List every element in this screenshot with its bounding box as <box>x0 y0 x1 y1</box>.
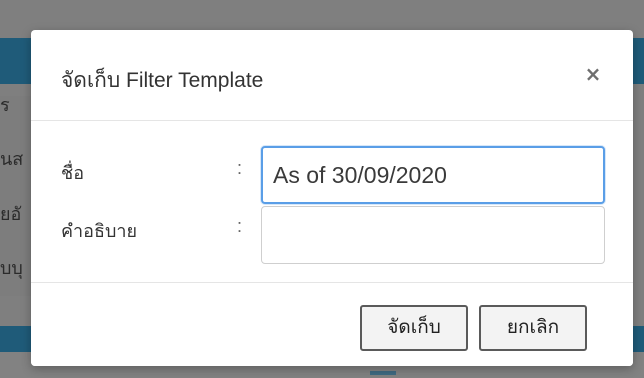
page-bottom-marker <box>370 371 396 375</box>
close-icon[interactable]: × <box>583 64 603 84</box>
description-row: คำอธิบาย : <box>31 206 633 277</box>
dialog-body: ชื่อ : คำอธิบาย : <box>31 121 633 282</box>
dialog-footer: จัดเก็บ ยกเลิก <box>31 282 633 366</box>
dialog-header: จัดเก็บ Filter Template × <box>31 30 633 121</box>
description-label: คำอธิบาย <box>61 221 138 241</box>
cancel-button[interactable]: ยกเลิก <box>479 305 587 351</box>
dialog-title: จัดเก็บ Filter Template <box>61 69 264 92</box>
name-field[interactable] <box>261 146 605 204</box>
description-colon: : <box>237 216 243 236</box>
name-colon: : <box>237 158 243 178</box>
description-field[interactable] <box>261 206 605 264</box>
name-label: ชื่อ <box>61 163 85 183</box>
save-filter-template-dialog: จัดเก็บ Filter Template × ชื่อ : คำอธิบา… <box>31 30 633 366</box>
save-button[interactable]: จัดเก็บ <box>360 305 468 351</box>
